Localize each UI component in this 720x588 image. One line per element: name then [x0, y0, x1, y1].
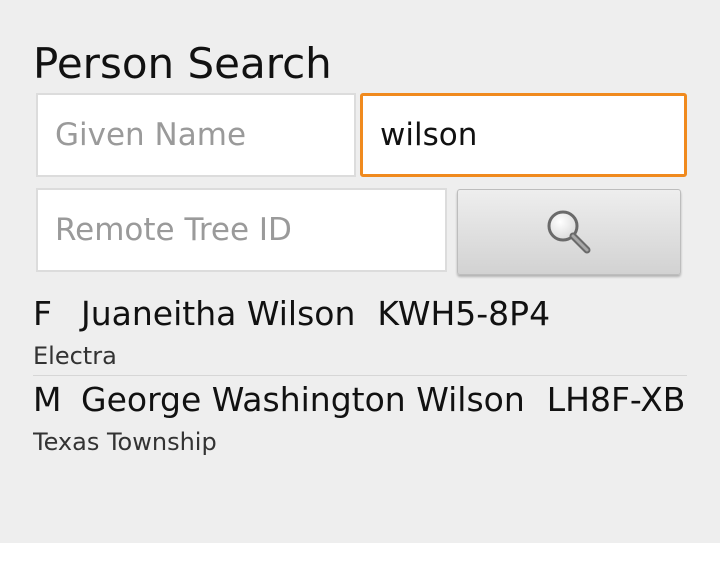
remote-tree-id-input[interactable]: [36, 188, 447, 272]
list-item[interactable]: F Juaneitha Wilson KWH5-8P4 Electra: [33, 290, 687, 375]
result-summary: F Juaneitha Wilson KWH5-8P4: [33, 292, 550, 336]
person-name: George Washington Wilson: [81, 380, 525, 419]
gender-label: M: [33, 380, 62, 419]
result-summary: M George Washington Wilson LH8F-XBN: [33, 378, 687, 422]
page-title: Person Search: [33, 39, 332, 88]
magnifier-icon: [547, 210, 591, 254]
results-list: F Juaneitha Wilson KWH5-8P4 Electra M Georg…: [33, 290, 687, 462]
place-label: Texas Township: [33, 428, 217, 456]
place-label: Electra: [33, 342, 117, 370]
gender-label: F: [33, 294, 52, 333]
app-panel: Person Search F Juaneitha Wilson KWH5-8P4 …: [0, 0, 720, 543]
surname-input[interactable]: [360, 93, 687, 177]
person-id: KWH5-8P4: [377, 294, 551, 333]
given-name-input[interactable]: [36, 93, 356, 177]
search-button[interactable]: [457, 189, 681, 275]
person-id: LH8F-XBN: [546, 380, 687, 419]
list-item[interactable]: M George Washington Wilson LH8F-XBN Texas …: [33, 375, 687, 462]
person-name: Juaneitha Wilson: [81, 294, 356, 333]
